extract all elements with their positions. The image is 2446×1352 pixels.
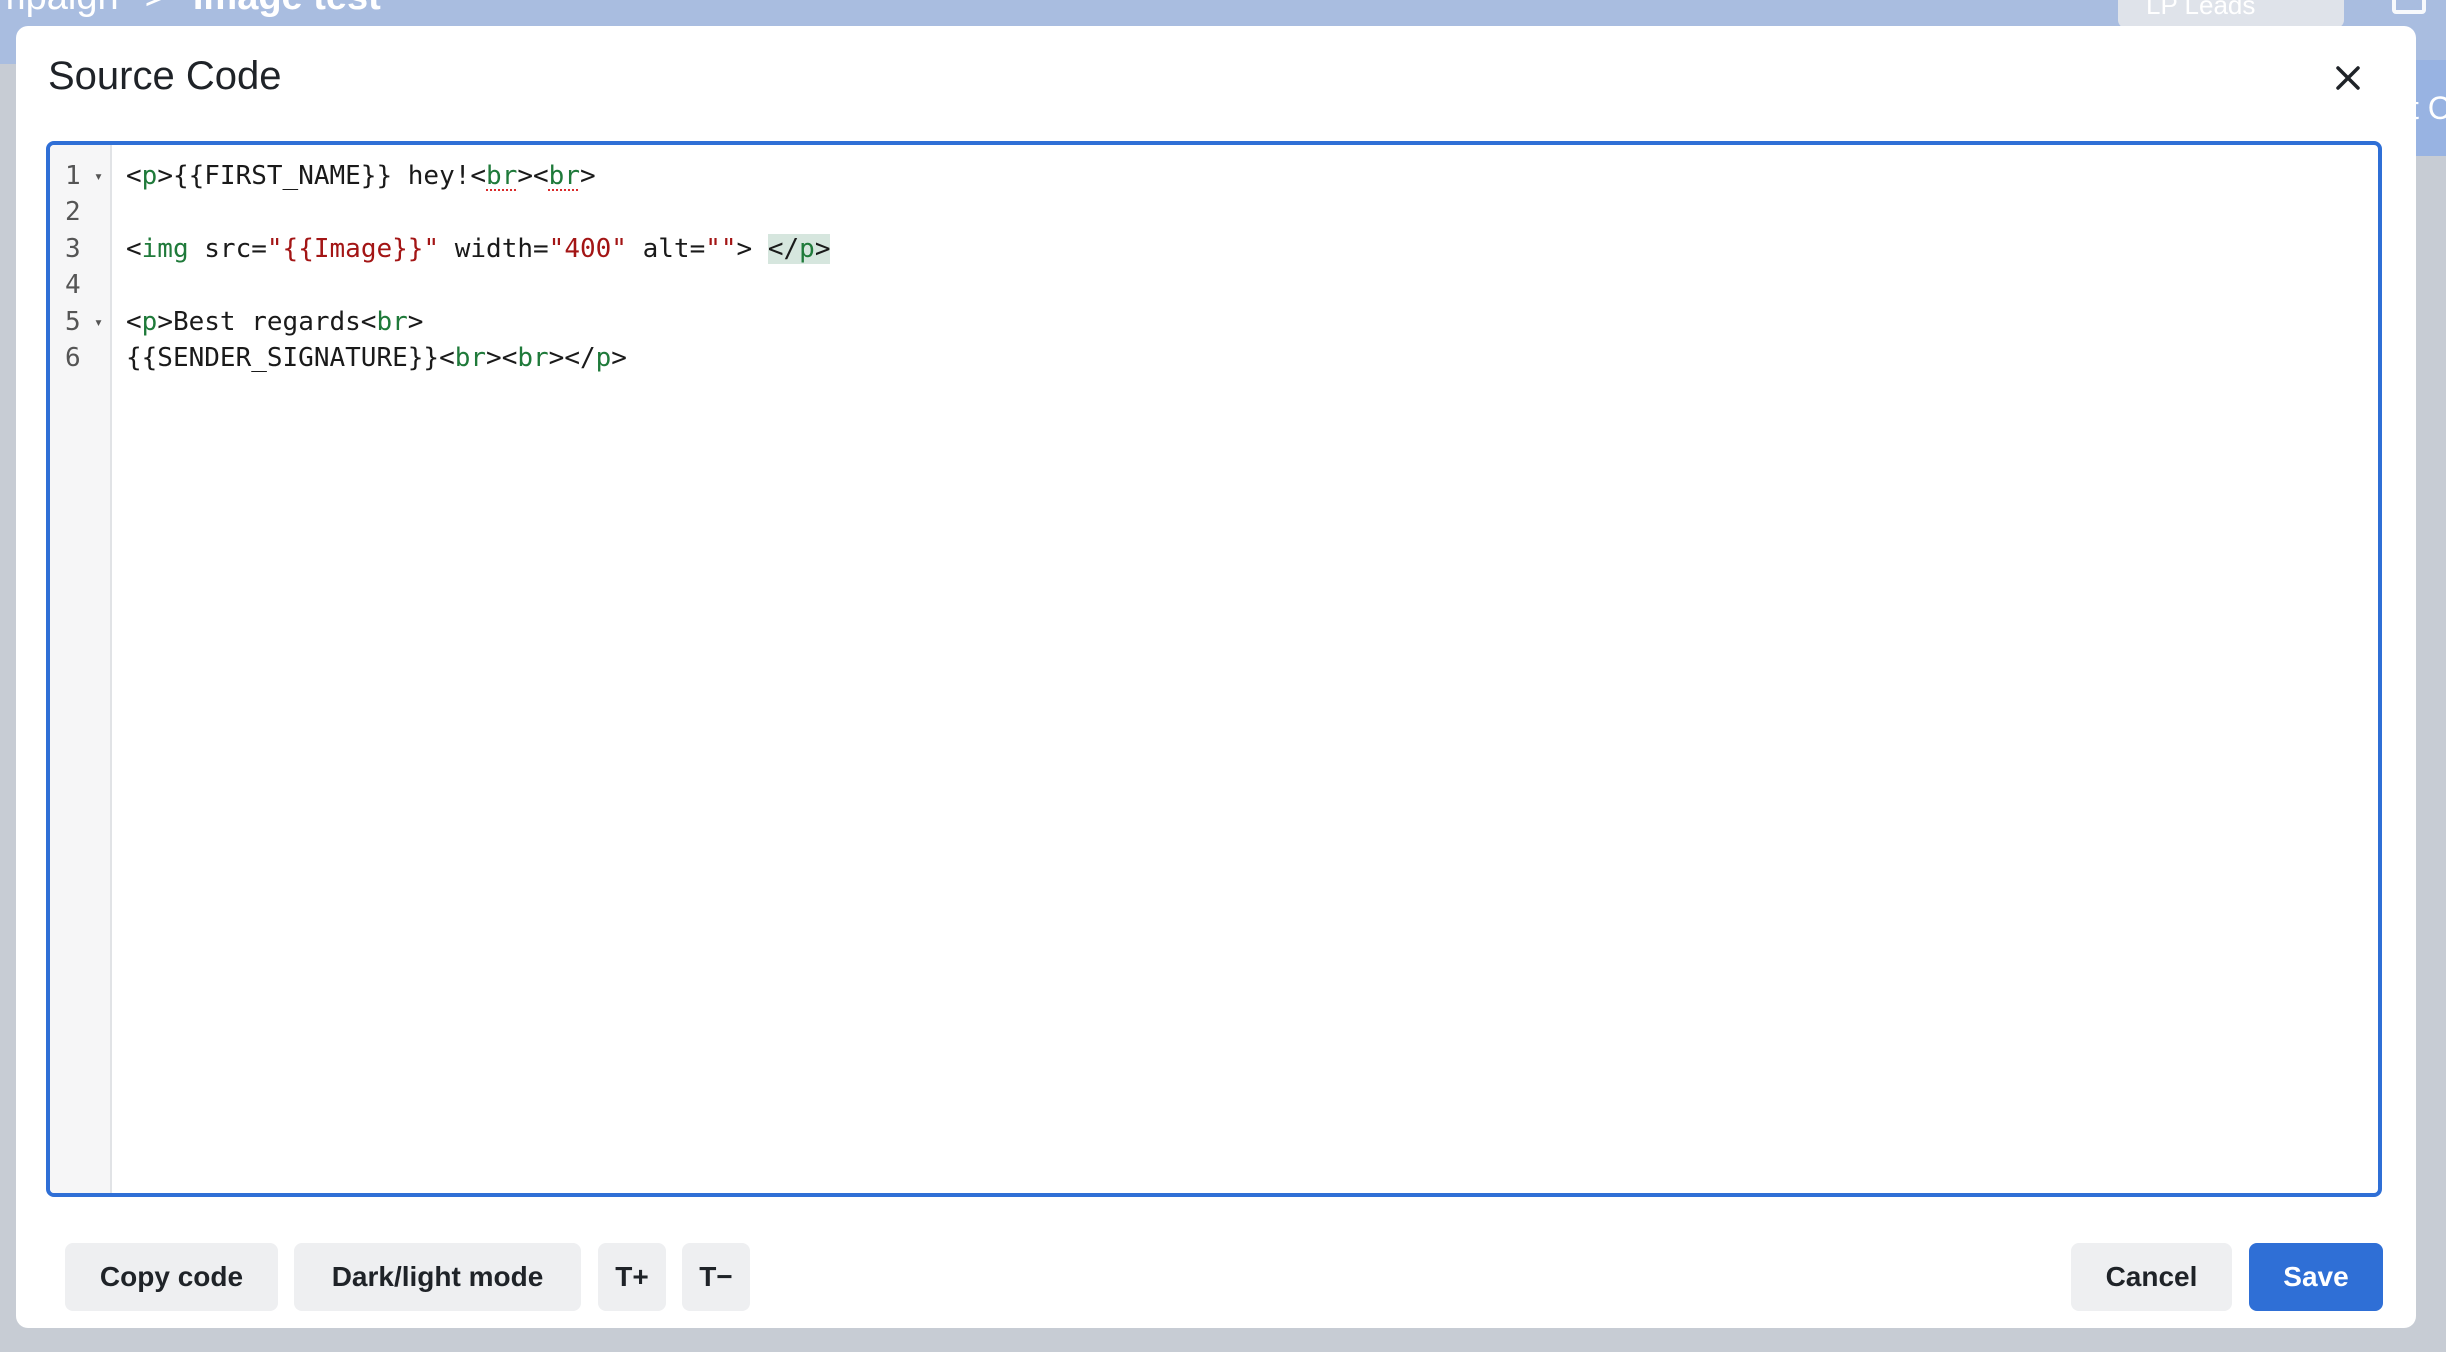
fold-arrow-icon[interactable]: ▾ — [94, 158, 103, 194]
code-line: <img src="{{Image}}" width="400" alt="">… — [126, 234, 831, 264]
line-number: 3 — [65, 234, 81, 264]
code-line: <p>{{FIRST_NAME}} hey!<br><br> — [126, 161, 596, 191]
code-line: {{SENDER_SIGNATURE}}<br><br></p> — [126, 343, 627, 373]
code-editor[interactable]: 1 ▾ 2 3 4 5 ▾ 6 <p>{{FIRST_NAME}} hey!<b… — [46, 141, 2382, 1197]
decrease-font-button[interactable]: T− — [682, 1243, 750, 1311]
copy-code-button[interactable]: Copy code — [65, 1243, 278, 1311]
lead-list-dropdown-label: LP Leads — [2146, 0, 2256, 20]
code-line: <p>Best regards<br> — [126, 307, 424, 337]
line-number: 1 ▾ — [50, 158, 112, 194]
save-button[interactable]: Save — [2249, 1243, 2383, 1311]
cancel-button[interactable]: Cancel — [2071, 1243, 2232, 1311]
breadcrumb-current: Image test — [193, 0, 381, 19]
modal-title: Source Code — [48, 54, 282, 98]
matched-tag-highlight: </p> — [767, 234, 831, 264]
lead-list-dropdown: LP Leads — [2118, 0, 2344, 28]
line-number: 2 — [65, 197, 81, 227]
source-code-modal: Source Code 1 ▾ 2 3 4 5 ▾ 6 <p>{{FIRST_N… — [16, 26, 2416, 1328]
breadcrumb: mpaign > Image test — [0, 0, 381, 19]
fold-arrow-icon[interactable]: ▾ — [94, 304, 103, 340]
dark-light-mode-button[interactable]: Dark/light mode — [294, 1243, 581, 1311]
breadcrumb-separator: > — [145, 0, 167, 19]
close-button[interactable] — [2324, 54, 2372, 102]
bell-icon — [2392, 0, 2426, 14]
line-number: 4 — [65, 270, 81, 300]
line-number-gutter: 1 ▾ 2 3 4 5 ▾ 6 — [50, 145, 112, 1193]
line-number: 5 ▾ — [50, 304, 112, 340]
close-icon — [2336, 66, 2360, 90]
line-number: 6 — [65, 343, 81, 373]
breadcrumb-parent: mpaign — [0, 0, 119, 19]
increase-font-button[interactable]: T+ — [598, 1243, 666, 1311]
